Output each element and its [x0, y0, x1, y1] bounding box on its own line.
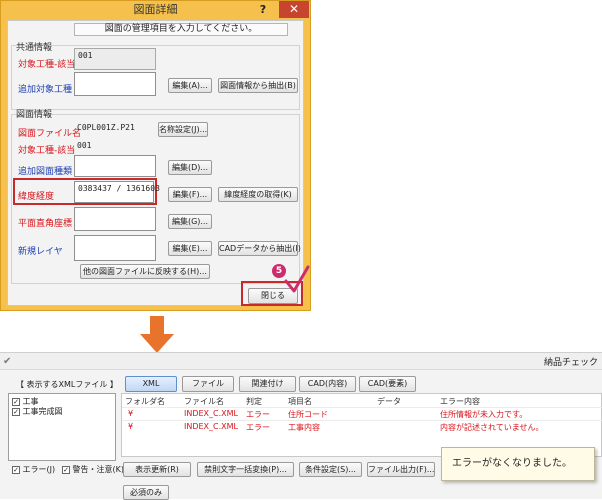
checkbox[interactable]: ✓	[62, 465, 70, 474]
additional-kind-label: 追加対象工種	[18, 85, 73, 95]
tree-item-completion-drawing[interactable]: ✓ 工事完成図	[12, 406, 63, 417]
table-cell: INDEX_C.XML	[184, 409, 239, 418]
extract-from-drawing-button[interactable]: 図面情報から抽出(B)	[218, 78, 298, 93]
additional-kind-field[interactable]	[74, 72, 156, 96]
dialog-body: 図面の管理項目を入力してください。 共通情報 対象工種-該当 001 追加対象工…	[7, 20, 304, 306]
delivery-check-window: ✔ 納品チェック 【 表示するXMLファイル 】 XML ファイル 関連付け C…	[0, 352, 602, 500]
table-cell: 住所コード	[288, 410, 328, 419]
file-output-button[interactable]: ファイル出力(F)...	[367, 462, 435, 477]
column-header: 項目名	[288, 397, 312, 406]
tab-association[interactable]: 関連付け	[239, 376, 296, 392]
tab-cad-elements[interactable]: CAD(要素)	[359, 376, 416, 392]
table-cell: エラー	[246, 410, 270, 419]
table-cell: エラー	[246, 423, 270, 432]
required-only-button[interactable]: 必須のみ	[123, 485, 169, 500]
down-arrow-icon	[140, 316, 174, 353]
target-kind-label: 対象工種-該当	[18, 60, 76, 70]
edit-a-button[interactable]: 編集(A)...	[168, 78, 212, 93]
info-callout: エラーがなくなりました。	[441, 447, 595, 481]
checkbox[interactable]: ✓	[12, 397, 20, 406]
app-icon: ✔	[3, 356, 12, 367]
drawing-type-label: 追加図面種類	[18, 167, 73, 177]
edit-d-button[interactable]: 編集(D)...	[168, 160, 212, 175]
common-info-title: 共通情報	[16, 43, 53, 53]
table-cell: ¥	[128, 422, 134, 431]
target-kind-field: 001	[74, 48, 156, 70]
filter-error-checkbox[interactable]: ✓ エラー(J)	[12, 464, 55, 475]
filter-warning-checkbox[interactable]: ✓ 警告・注意(K)	[62, 464, 124, 475]
drawing-type-field[interactable]	[74, 155, 156, 177]
grid-divider	[122, 407, 602, 408]
refresh-button[interactable]: 表示更新(R)	[123, 462, 191, 477]
tab-xml[interactable]: XML	[125, 376, 177, 392]
window-title: 納品チェック	[543, 358, 598, 368]
extract-from-cad-button[interactable]: CADデータから抽出(I)	[218, 241, 301, 256]
edit-g-button[interactable]: 編集(G)...	[168, 214, 212, 229]
new-layer-field[interactable]	[74, 235, 156, 261]
column-header: フォルダ名	[125, 397, 165, 406]
plane-coord-label: 平面直角座標	[18, 219, 73, 229]
file-name-value: C0PL001Z.P21	[77, 123, 135, 132]
drawing-kind-value: 001	[77, 141, 92, 150]
table-cell: 内容が記述されていません。	[440, 423, 544, 432]
tab-file[interactable]: ファイル	[182, 376, 234, 392]
checkbox[interactable]: ✓	[12, 407, 20, 416]
column-header: エラー内容	[440, 397, 480, 406]
checkbox[interactable]: ✓	[12, 465, 20, 474]
close-icon[interactable]: ✕	[279, 1, 309, 18]
edit-f-button[interactable]: 編集(F)...	[168, 187, 212, 202]
table-cell: INDEX_C.XML	[184, 422, 239, 431]
latlon-label: 緯度経度	[18, 192, 55, 202]
reflect-other-files-button[interactable]: 他の図面ファイルに反映する(H)...	[80, 264, 210, 279]
column-header: ファイル名	[184, 397, 224, 406]
checkmark-icon	[284, 265, 310, 293]
xml-file-tree: ✓ 工事 ✓ 工事完成図	[8, 393, 116, 461]
table-cell: 工事内容	[288, 423, 320, 432]
window-titlebar: ✔ 納品チェック	[0, 353, 602, 370]
new-layer-label: 新規レイヤ	[18, 247, 63, 257]
instruction-banner: 図面の管理項目を入力してください。	[74, 23, 288, 36]
bulk-convert-button[interactable]: 禁則文字一括変換(P)...	[197, 462, 294, 477]
get-latlon-button[interactable]: 緯度経度の取得(K)	[218, 187, 298, 202]
table-cell: 住所情報が未入力です。	[440, 410, 528, 419]
tab-cad-content[interactable]: CAD(内容)	[299, 376, 356, 392]
drawing-kind-label: 対象工種-該当	[18, 146, 76, 156]
table-cell: ¥	[128, 409, 134, 418]
file-name-label: 図面ファイル名	[18, 129, 82, 139]
name-setting-button[interactable]: 名称設定(J)...	[158, 122, 208, 137]
xml-file-header: 【 表示するXMLファイル 】	[16, 380, 118, 389]
latlon-field[interactable]: 0383437 / 1361603	[74, 181, 160, 203]
drawing-info-title: 図面情報	[16, 110, 53, 120]
column-header: 判定	[246, 397, 262, 406]
condition-setting-button[interactable]: 条件設定(S)...	[299, 462, 362, 477]
edit-e-button[interactable]: 編集(E)...	[168, 241, 212, 256]
drawing-detail-dialog: 図面詳細 ? ✕ 図面の管理項目を入力してください。 共通情報 対象工種-該当 …	[0, 0, 311, 311]
grid-divider	[122, 420, 602, 421]
help-button[interactable]: ?	[256, 3, 270, 17]
plane-coord-field[interactable]	[74, 207, 156, 231]
column-header: データ	[377, 397, 401, 406]
